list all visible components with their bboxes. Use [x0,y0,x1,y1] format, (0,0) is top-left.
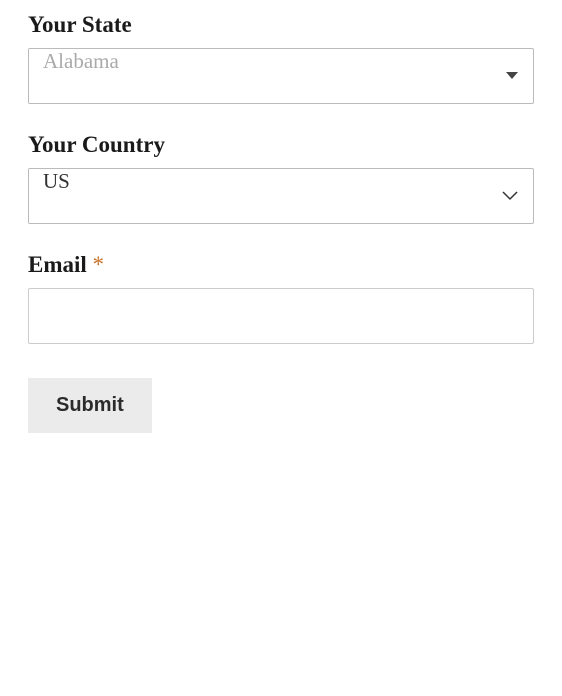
submit-button[interactable]: Submit [28,378,152,433]
email-input[interactable] [28,288,534,344]
email-label: Email * [28,252,534,278]
state-label: Your State [28,12,534,38]
email-label-text: Email [28,252,87,277]
email-field-group: Email * [28,252,534,344]
required-indicator: * [93,252,105,277]
country-select-wrapper: US [28,168,534,224]
state-select-wrapper: Alabama [28,48,534,104]
state-field-group: Your State Alabama [28,12,534,104]
form: Your State Alabama Your Country US Email… [28,12,534,433]
state-select[interactable]: Alabama [28,48,534,104]
country-select[interactable]: US [28,168,534,224]
country-field-group: Your Country US [28,132,534,224]
country-label: Your Country [28,132,534,158]
